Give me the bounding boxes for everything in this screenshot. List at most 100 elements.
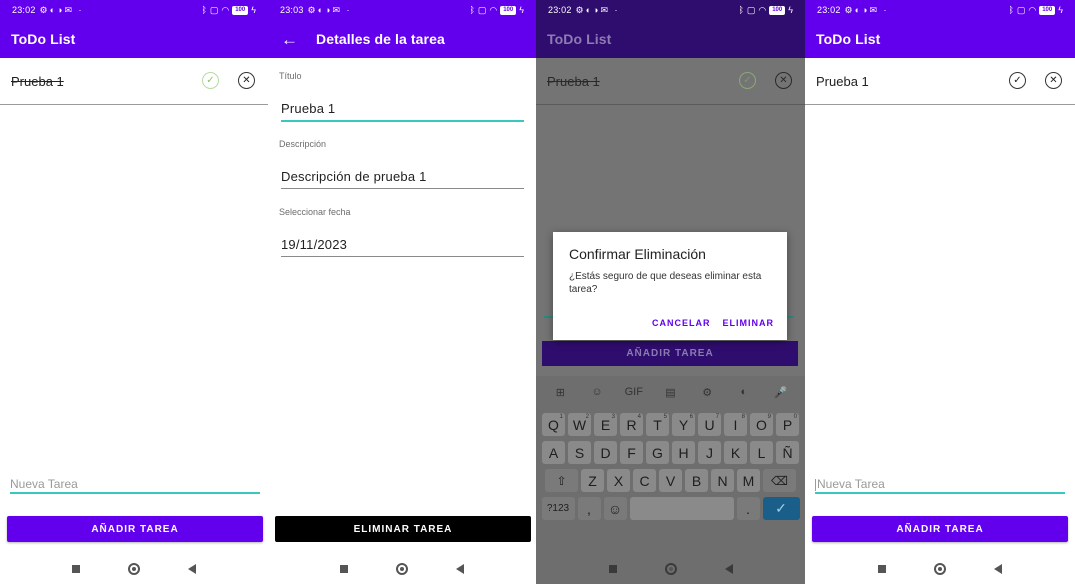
task-title[interactable]: Prueba 1 (816, 74, 869, 89)
charging-icon: ϟ (1058, 5, 1063, 15)
key[interactable]: A (542, 441, 565, 464)
key[interactable]: U7 (698, 413, 721, 436)
soft-keyboard: ⊞ ☺ GIF ▤ ⚙ ◐ 🎤 Q1 W2 E3 R4 T5 Y6 U7 I8 … (536, 376, 805, 554)
recents-icon[interactable] (878, 565, 886, 573)
app-bar: ← Detalles de la tarea (268, 20, 536, 58)
key[interactable]: F (620, 441, 643, 464)
space-key[interactable] (629, 497, 734, 520)
home-icon[interactable] (128, 563, 140, 575)
mic-icon[interactable]: 🎤 (770, 386, 792, 399)
new-task-input[interactable]: Nueva Tarea (815, 474, 1065, 494)
confirm-delete-button[interactable]: ELIMINAR (723, 318, 775, 328)
battery-icon: 100 (769, 5, 786, 15)
status-bar: 23:02 ⚙◐◑✉ · ᛒ ▢ ◠ 100 ϟ (805, 0, 1075, 20)
shift-key[interactable]: ⇧ (545, 469, 578, 492)
key[interactable]: T5 (646, 413, 669, 436)
cancel-button[interactable]: CANCELAR (652, 318, 711, 328)
back-icon[interactable] (456, 564, 464, 574)
key[interactable]: R4 (620, 413, 643, 436)
charging-icon: ϟ (788, 5, 793, 15)
system-icons: ᛒ ▢ ◠ 100 ϟ (738, 5, 793, 16)
home-icon[interactable] (664, 563, 677, 575)
back-icon[interactable] (188, 564, 196, 574)
key[interactable]: D (594, 441, 617, 464)
symbols-key[interactable]: ?123 (541, 497, 575, 520)
wifi-icon: ◠ (1028, 4, 1037, 15)
sticker-icon[interactable]: ☺ (586, 386, 608, 398)
key[interactable]: Q1 (542, 413, 565, 436)
close-icon[interactable]: ✕ (1045, 72, 1062, 89)
add-task-button[interactable]: AÑADIR TAREA (812, 516, 1068, 542)
date-field[interactable]: 19/11/2023 (281, 237, 524, 257)
back-icon[interactable] (724, 564, 733, 574)
key[interactable]: J (698, 441, 721, 464)
enter-key[interactable]: ✓ (762, 497, 800, 520)
system-icons: ᛒ ▢ ◠ 100 ϟ (469, 5, 524, 16)
status-time: 23:02 (548, 5, 572, 15)
key[interactable]: V (659, 469, 682, 492)
back-icon[interactable] (994, 564, 1002, 574)
recents-icon[interactable] (340, 565, 348, 573)
close-icon[interactable]: ✕ (238, 72, 255, 89)
key[interactable]: I8 (724, 413, 747, 436)
key[interactable]: E3 (594, 413, 617, 436)
recents-icon[interactable] (608, 565, 617, 573)
task-row[interactable]: Prueba 1 ✓ ✕ (0, 58, 268, 105)
date-label: Seleccionar fecha (279, 207, 351, 217)
apps-grid-icon[interactable]: ⊞ (549, 386, 571, 399)
keyboard-toolbar: ⊞ ☺ GIF ▤ ⚙ ◐ 🎤 (536, 376, 805, 408)
gear-icon[interactable]: ⚙ (696, 386, 718, 399)
palette-icon[interactable]: ◐ (733, 386, 755, 398)
backspace-key[interactable]: ⌫ (763, 469, 796, 492)
home-icon[interactable] (934, 563, 946, 575)
key[interactable]: Ñ (776, 441, 799, 464)
key[interactable]: Z (581, 469, 604, 492)
key[interactable]: Y6 (672, 413, 695, 436)
key[interactable]: C (633, 469, 656, 492)
screen-confirm-delete: 23:02 ⚙◐◑✉ · ᛒ ▢ ◠ 100 ϟ ToDo List Prueb… (536, 0, 805, 584)
key[interactable]: B (685, 469, 708, 492)
key[interactable]: N (711, 469, 734, 492)
period-key[interactable]: . (736, 497, 760, 520)
dialog-title: Confirmar Eliminación (569, 246, 706, 262)
recents-icon[interactable] (72, 565, 80, 573)
check-icon[interactable]: ✓ (202, 72, 219, 89)
key[interactable]: L (750, 441, 773, 464)
app-title: ToDo List (816, 31, 881, 47)
key[interactable]: S (568, 441, 591, 464)
add-task-button[interactable]: AÑADIR TAREA (7, 516, 263, 542)
title-label: Título (279, 71, 302, 81)
system-icons: ᛒ ▢ ◠ 100 ϟ (1008, 5, 1063, 16)
key[interactable]: K (724, 441, 747, 464)
task-title[interactable]: Prueba 1 (11, 74, 64, 89)
sim-icon: ▢ (477, 4, 487, 15)
key[interactable]: P0 (776, 413, 799, 436)
arrow-back-icon[interactable]: ← (281, 31, 298, 48)
key[interactable]: O9 (750, 413, 773, 436)
sim-icon: ▢ (746, 4, 756, 15)
key[interactable]: M (737, 469, 760, 492)
navigation-bar (536, 554, 805, 584)
sim-icon: ▢ (1016, 4, 1026, 15)
status-bar: 23:03 ⚙◐◑✉ · ᛒ ▢ ◠ 100 ϟ (268, 0, 536, 20)
check-icon[interactable]: ✓ (1009, 72, 1026, 89)
key[interactable]: G (646, 441, 669, 464)
notification-icons: ⚙◐◑✉ · (844, 4, 889, 15)
screen-todo-list-pending: 23:02 ⚙◐◑✉ · ᛒ ▢ ◠ 100 ϟ ToDo List Prueb… (805, 0, 1075, 584)
key[interactable]: X (607, 469, 630, 492)
emoji-key[interactable]: ☺ (603, 497, 627, 520)
wifi-icon: ◠ (489, 4, 498, 15)
gif-icon[interactable]: GIF (623, 386, 645, 398)
text-cursor (815, 478, 816, 491)
add-task-button: AÑADIR TAREA (542, 341, 798, 366)
key[interactable]: W2 (568, 413, 591, 436)
task-row[interactable]: Prueba 1 ✓ ✕ (805, 58, 1075, 105)
delete-task-button[interactable]: ELIMINAR TAREA (275, 516, 531, 542)
key[interactable]: H (672, 441, 695, 464)
clipboard-icon[interactable]: ▤ (659, 386, 681, 399)
new-task-input[interactable]: Nueva Tarea (10, 474, 260, 494)
description-field[interactable]: Descripción de prueba 1 (281, 169, 524, 189)
title-field[interactable]: Prueba 1 (281, 101, 524, 122)
home-icon[interactable] (396, 563, 408, 575)
comma-key[interactable]: , (577, 497, 601, 520)
